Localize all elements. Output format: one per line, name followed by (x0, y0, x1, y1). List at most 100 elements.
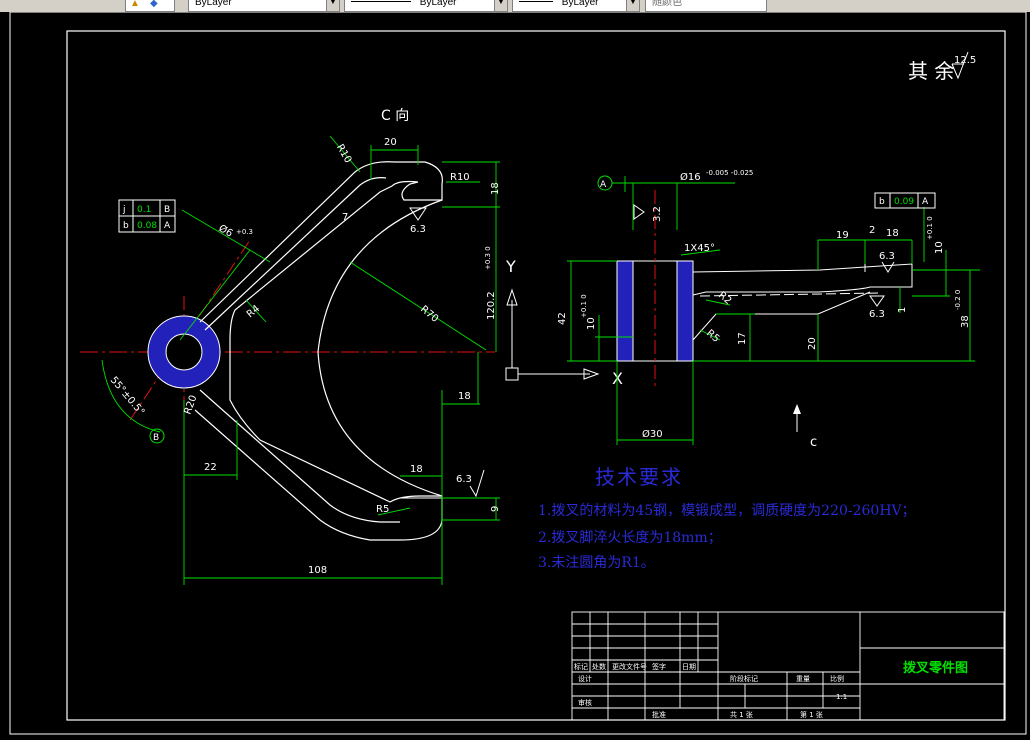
dim-120: 120.2 (486, 291, 497, 320)
tb-header-3: 签字 (652, 662, 666, 671)
dim-17: 17 (737, 332, 748, 345)
dim-18-side: 18 (886, 228, 899, 239)
layer-stack-icon: ◆ (150, 0, 158, 9)
dim-38: 38 (960, 315, 971, 328)
dim-20-side: 20 (807, 337, 818, 350)
fork-view: 20 R10 R10 18 7 R70 120.2 +0.3 0 Ø6 +0.3… (80, 135, 501, 585)
axis-x-label: X (612, 369, 623, 388)
tb-approve: 批准 (652, 710, 666, 719)
dim-19: 19 (836, 230, 849, 241)
dim-r5: R5 (376, 504, 389, 515)
dim-phi30: Ø30 (642, 428, 663, 440)
dim-r10-right: R10 (450, 172, 470, 183)
rough-a: 6.3 (410, 224, 426, 235)
dim-r5-side: R5 (704, 328, 721, 345)
dim-10-tol: +0.1 0 (580, 294, 588, 318)
tb-header-0: 标记 (574, 662, 588, 671)
gdt-left-sym-1: j (122, 205, 126, 215)
drawing-canvas[interactable]: 其 余 12.5 C 向 20 R10 R10 18 7 R70 120.2 +… (0, 12, 1030, 740)
datum-a: A (600, 180, 607, 190)
tb-scale: 比例 (830, 674, 844, 683)
dim-32: 3.2 (652, 206, 663, 222)
lineweight-select[interactable]: ByLayer ▼ (512, 0, 640, 12)
dim-phi6: Ø6 (217, 222, 235, 240)
view-c-label: C 向 (381, 108, 409, 124)
cad-drawing[interactable]: 其 余 12.5 C 向 20 R10 R10 18 7 R70 120.2 +… (0, 12, 1030, 740)
dim-108: 108 (308, 565, 327, 576)
dim-r20: R20 (182, 394, 199, 416)
chevron-down-icon: ▼ (494, 0, 507, 11)
dim-10: 10 (586, 317, 597, 330)
tb-weight: 重量 (796, 675, 810, 683)
roughness-icon (469, 469, 485, 498)
dim-18-mid: 18 (458, 391, 471, 402)
hub-bore (165, 333, 203, 371)
dim-r4: R4 (245, 303, 262, 320)
color-select[interactable]: 随颜色 (645, 0, 767, 12)
tb-review: 审核 (578, 698, 592, 707)
tb-scale-value: 1:1 (836, 693, 847, 701)
arm-outline (692, 263, 913, 296)
rough-b: 6.3 (456, 474, 472, 485)
tech-note-1: 1.拨叉的材料为45钢，模锻成型，调质硬度为220-260HV； (538, 503, 916, 519)
tech-title: 技术要求 (595, 465, 683, 489)
tb-sheet-no: 第 1 张 (800, 710, 823, 719)
view-c-arrow-label: c (810, 435, 817, 450)
dim-20: 20 (384, 137, 397, 148)
dim-38-tol: -0.2 0 (954, 290, 962, 310)
dim-phi16: Ø16 (680, 171, 701, 183)
lineweight-select-value: ByLayer (561, 0, 599, 8)
gdt-left-val-2: 0.08 (137, 221, 157, 231)
gdt-left-sym-2: b (123, 221, 129, 231)
linetype-select[interactable]: ByLayer ▼ (344, 0, 508, 12)
tech-note-3: 3.未注圆角为R1。 (538, 555, 655, 571)
tb-sheets-total: 共 1 张 (730, 710, 753, 719)
rough-c: 6.3 (879, 251, 895, 262)
dim-angle: 55°±0.5° (108, 375, 147, 418)
gdt-right-val: 0.09 (894, 197, 914, 207)
dim-r70: R70 (418, 304, 440, 325)
gdt-left-ref-1: B (164, 205, 170, 215)
fork-arc-r70 (317, 199, 443, 497)
layer-select[interactable]: ByLayer ▼ (188, 0, 340, 12)
layer-icon: ▲ (130, 0, 140, 9)
dim-phi16-tol: -0.005 -0.025 (706, 169, 753, 177)
gdt-left-ref-2: A (164, 221, 171, 231)
rough-d: 6.3 (869, 309, 885, 320)
tb-header-1: 处数 (592, 662, 606, 671)
layer-tools[interactable]: ▲ ◆ (125, 0, 175, 12)
tech-note-2: 2.拨叉脚淬火长度为18mm； (538, 530, 722, 546)
dim-18-low: 18 (410, 464, 423, 475)
remaining-finish-label: 其 余 (908, 59, 954, 83)
dim-2: 2 (869, 225, 875, 236)
tb-header-2: 更改文件号 (612, 662, 647, 671)
dim-r10-left: R10 (334, 143, 353, 166)
gdt-frame-left: j 0.1 B b 0.08 A (118, 199, 176, 233)
dim-10-right-tol: +0.1 0 (926, 216, 934, 240)
roughness-icon (633, 204, 645, 220)
dim-42: 42 (557, 312, 568, 325)
dim-120-tol: +0.3 0 (484, 246, 492, 270)
gdt-frame-right: b 0.09 A (874, 192, 936, 209)
dim-22: 22 (204, 462, 217, 473)
roughness-icon (881, 261, 895, 273)
gdt-left-val-1: 0.1 (137, 205, 151, 215)
lineweight-preview (519, 0, 553, 2)
dim-7: 7 (342, 212, 348, 223)
dim-1: 1 (897, 307, 908, 313)
gdt-right-sym: b (879, 197, 885, 207)
arrow-up-icon (793, 404, 801, 414)
linetype-preview (351, 0, 411, 2)
dim-9: 9 (490, 506, 501, 512)
dim-18-top: 18 (490, 182, 501, 195)
dim-chamfer: 1X45° (684, 243, 715, 254)
chevron-down-icon: ▼ (326, 0, 339, 11)
section-view: A Ø16 -0.005 -0.025 3.2 1X45° 42 10 +0.1… (557, 169, 980, 450)
dim-phi6-tol: +0.3 (236, 228, 253, 236)
title-block-text: 标记 处数 更改文件号 签字 日期 设计 审核 阶段标记 重量 比例 1:1 共… (574, 662, 847, 719)
chevron-down-icon: ▼ (626, 0, 639, 11)
tb-stage-mark: 阶段标记 (730, 674, 758, 683)
layer-select-value: ByLayer (195, 0, 232, 8)
tb-header-4: 日期 (682, 663, 696, 671)
tb-part-name: 拨叉零件图 (903, 660, 968, 676)
